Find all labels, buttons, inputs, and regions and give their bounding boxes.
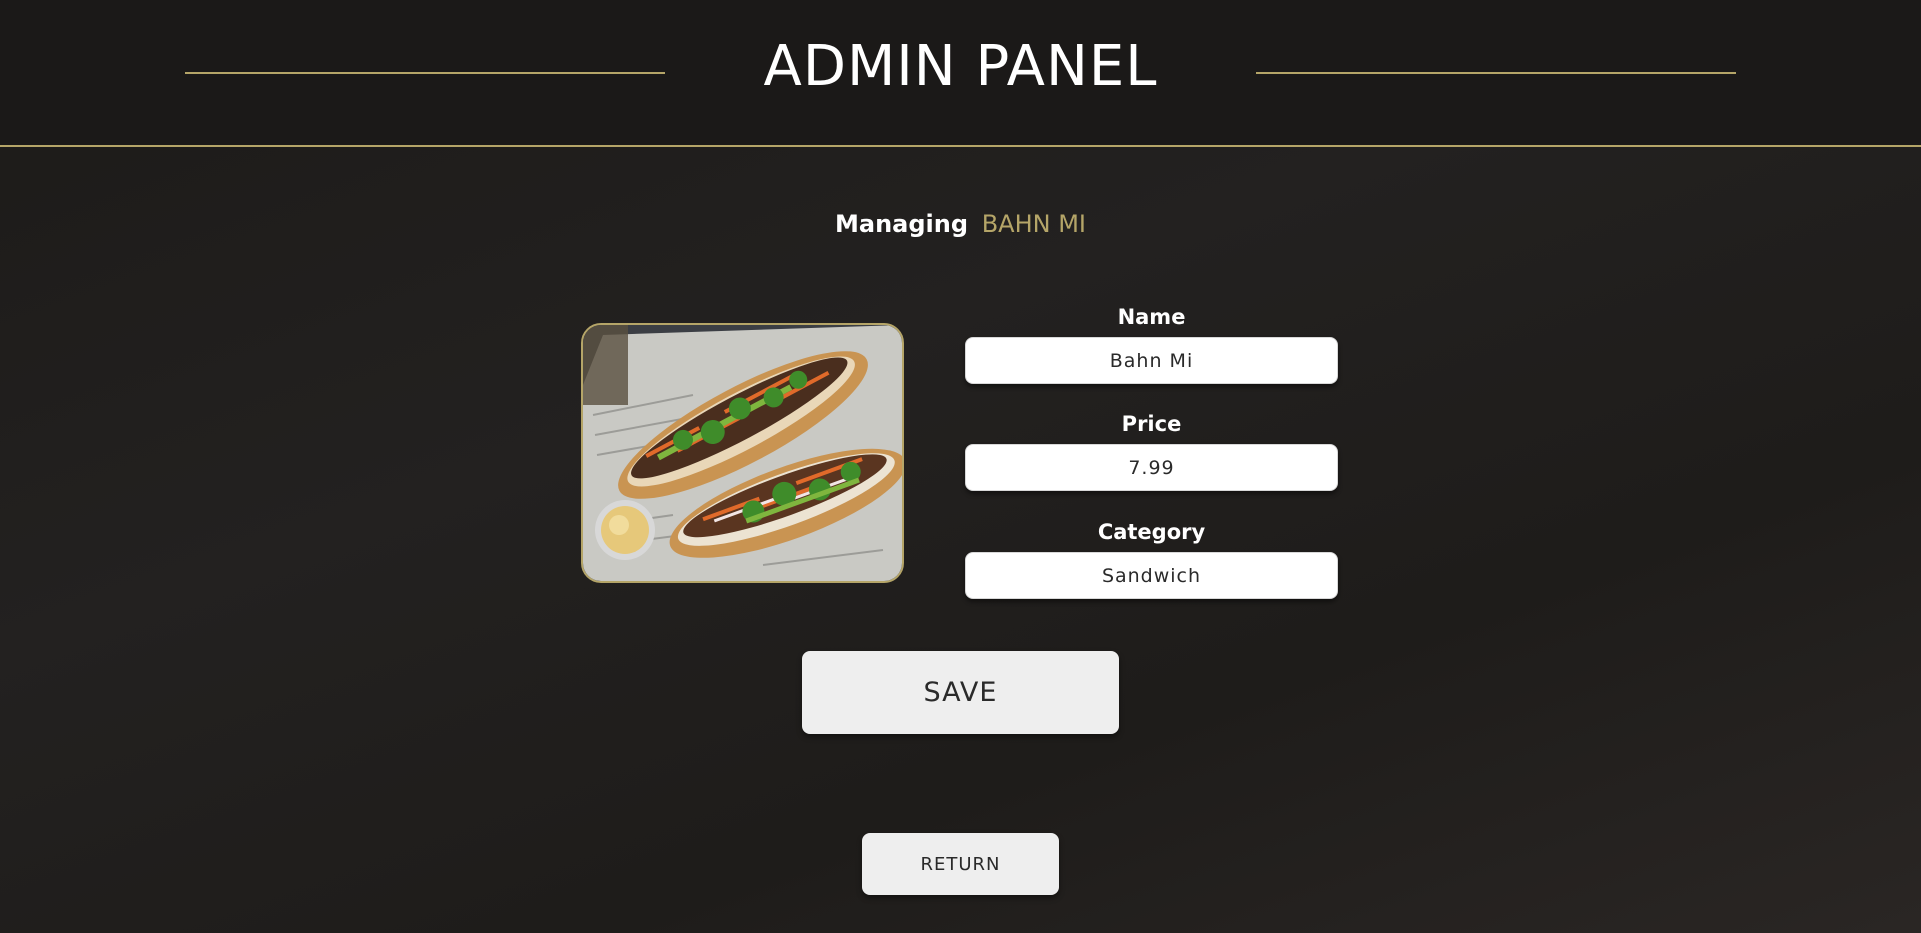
header: ADMIN PANEL: [0, 0, 1921, 147]
header-divider-right: [1256, 72, 1736, 74]
name-input[interactable]: [965, 337, 1338, 384]
price-label: Price: [1121, 412, 1182, 436]
item-photo: [581, 323, 904, 583]
managing-heading: Managing BAHN MI: [0, 210, 1921, 238]
return-button[interactable]: RETURN: [862, 833, 1059, 895]
page-title: ADMIN PANEL: [763, 34, 1158, 99]
category-input[interactable]: [965, 552, 1338, 599]
save-button[interactable]: SAVE: [802, 651, 1119, 734]
sandwich-photo-icon: [583, 325, 902, 581]
name-label: Name: [1117, 305, 1186, 329]
managing-prefix: Managing: [835, 210, 969, 238]
price-input[interactable]: [965, 444, 1338, 491]
managing-item-name: BAHN MI: [981, 210, 1086, 238]
category-label: Category: [1097, 520, 1206, 544]
